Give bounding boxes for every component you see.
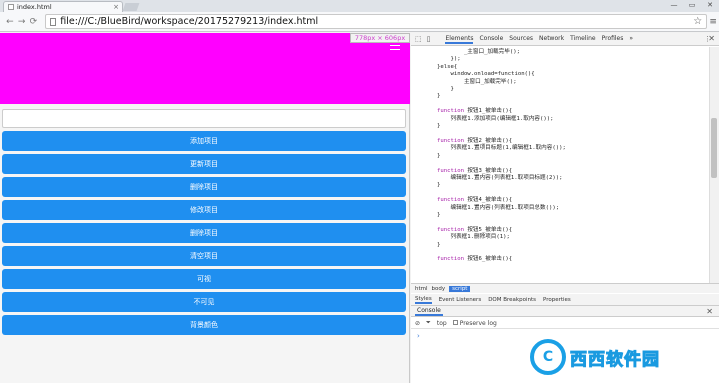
console-toolbar: ⊘ ⏷ top Preserve log — [411, 318, 719, 329]
bookmark-star-icon[interactable]: ☆ — [693, 16, 706, 27]
minimize-button[interactable]: — — [665, 0, 683, 11]
code-line: } — [437, 241, 441, 248]
code-line: function 按钮6_被单击(){ — [437, 256, 513, 263]
console-prompt-icon[interactable]: › — [417, 332, 420, 340]
tab-properties[interactable]: Properties — [543, 297, 571, 303]
devtools-tabs: Elements Console Sources Network Timelin… — [445, 35, 633, 44]
devtools-close-icon[interactable]: ✕ — [708, 34, 715, 43]
visible-button[interactable]: 可视 — [2, 269, 406, 289]
reload-icon[interactable]: ⟳ — [28, 17, 40, 27]
sidebar-tabs: Styles Event Listeners DOM Breakpoints P… — [411, 294, 719, 306]
scroll-thumb[interactable] — [711, 118, 717, 178]
code-line: function 按钮4_被单击(){ — [437, 197, 513, 204]
browser-tab[interactable]: index.html × — [3, 1, 123, 12]
modify-item-button[interactable]: 修改项目 — [2, 200, 406, 220]
viewport-size-badge: 778px × 606px — [350, 33, 410, 43]
watermark-logo-icon: C — [530, 339, 566, 375]
back-icon[interactable]: ← — [4, 17, 16, 27]
devtools-toolbar: ⬚ ▯ Elements Console Sources Network Tim… — [411, 33, 719, 46]
code-line: function 按钮3_被单击(){ — [437, 167, 513, 174]
update-item-button[interactable]: 更新项目 — [2, 154, 406, 174]
new-tab-button[interactable] — [122, 3, 140, 11]
background-color-button[interactable]: 背景颜色 — [2, 315, 406, 335]
code-line: 列表框1.置项目标题(1,编辑框1.取内容()); — [437, 145, 566, 152]
forward-icon[interactable]: → — [16, 17, 28, 27]
maximize-button[interactable]: ▭ — [683, 0, 701, 11]
devtools-panel: ⬚ ▯ Elements Console Sources Network Tim… — [411, 33, 719, 383]
tab-close-icon[interactable]: × — [113, 3, 122, 11]
page-icon — [8, 4, 14, 10]
code-line: } — [437, 93, 441, 100]
tab-console[interactable]: Console — [479, 35, 503, 44]
tab-dom-breakpoints[interactable]: DOM Breakpoints — [488, 297, 536, 303]
file-icon — [50, 17, 57, 26]
clear-items-button[interactable]: 清空项目 — [2, 246, 406, 266]
tab-title: index.html — [17, 3, 52, 11]
crumb-body[interactable]: body — [432, 286, 446, 292]
code-line: }); — [437, 56, 461, 63]
console-drawer-tab[interactable]: Console — [415, 307, 443, 316]
code-line: function 按钮1_被单击(){ — [437, 108, 513, 115]
inspect-element-icon[interactable]: ⬚ — [415, 35, 422, 43]
code-line: 编辑框1.置内容(列表框1.取项目总数()); — [437, 204, 560, 211]
source-code: _主窗口_加载完毕(); });}else{ window.onload=fun… — [411, 47, 708, 283]
device-mode-icon[interactable]: ▯ — [427, 35, 431, 43]
console-close-icon[interactable]: ✕ — [706, 307, 713, 316]
preserve-log-checkbox[interactable]: Preserve log — [452, 319, 497, 327]
clear-console-icon[interactable]: ⊘ — [415, 320, 420, 327]
more-tabs-icon[interactable]: » — [629, 35, 633, 44]
chrome-menu-icon[interactable]: ≡ — [707, 17, 719, 27]
magenta-banner — [0, 33, 410, 104]
tab-timeline[interactable]: Timeline — [570, 35, 596, 44]
code-line: } — [437, 86, 454, 93]
tab-profiles[interactable]: Profiles — [602, 35, 624, 44]
code-line: window.onload=function(){ — [437, 71, 535, 78]
watermark: C 西西软件园 — [530, 336, 716, 378]
delete-item-button-1[interactable]: 删除项目 — [2, 177, 406, 197]
filter-icon[interactable]: ⏷ — [426, 319, 431, 327]
tab-event-listeners[interactable]: Event Listeners — [439, 297, 482, 303]
close-window-button[interactable]: ✕ — [701, 0, 719, 11]
console-drawer-header: Console — [411, 306, 719, 317]
url-text[interactable]: file:///C:/BlueBird/workspace/2017527921… — [60, 16, 689, 27]
tab-styles[interactable]: Styles — [415, 296, 432, 304]
delete-item-button-2[interactable]: 删除项目 — [2, 223, 406, 243]
page-viewport: 778px × 606px 添加项目 更新项目 删除项目 修改项目 删除项目 清… — [0, 33, 410, 383]
code-line: _主窗口_加载完毕(); — [437, 49, 520, 55]
code-line: 编辑框1.置内容(列表框1.取项目标题(2)); — [437, 174, 563, 181]
navigation-bar: ← → ⟳ file:///C:/BlueBird/workspace/2017… — [0, 12, 719, 32]
preserve-log-label: Preserve log — [459, 319, 497, 327]
tab-network[interactable]: Network — [539, 35, 564, 44]
address-bar[interactable]: file:///C:/BlueBird/workspace/2017527921… — [45, 14, 708, 29]
code-line: 列表框1.删除项目(1); — [437, 234, 510, 241]
watermark-text: 西西软件园 — [570, 349, 660, 370]
dom-breadcrumb: html body script — [411, 283, 719, 293]
crumb-html[interactable]: html — [415, 286, 428, 292]
invisible-button[interactable]: 不可见 — [2, 292, 406, 312]
context-select[interactable]: top — [437, 320, 447, 327]
tab-elements[interactable]: Elements — [445, 35, 474, 44]
code-line: } — [437, 152, 441, 159]
code-line: }else{ — [437, 63, 458, 70]
crumb-script[interactable]: script — [449, 285, 471, 292]
edit-box[interactable] — [2, 109, 406, 128]
code-line: } — [437, 123, 441, 130]
code-line: } — [437, 182, 441, 189]
add-item-button[interactable]: 添加项目 — [2, 131, 406, 151]
window-controls: — ▭ ✕ — [665, 0, 719, 11]
code-line: 列表框1.添加项目(编辑框1.取内容()); — [437, 115, 554, 122]
code-line: } — [437, 211, 441, 218]
code-line: 主窗口_加载完毕(); — [437, 78, 517, 85]
tab-sources[interactable]: Sources — [509, 35, 533, 44]
